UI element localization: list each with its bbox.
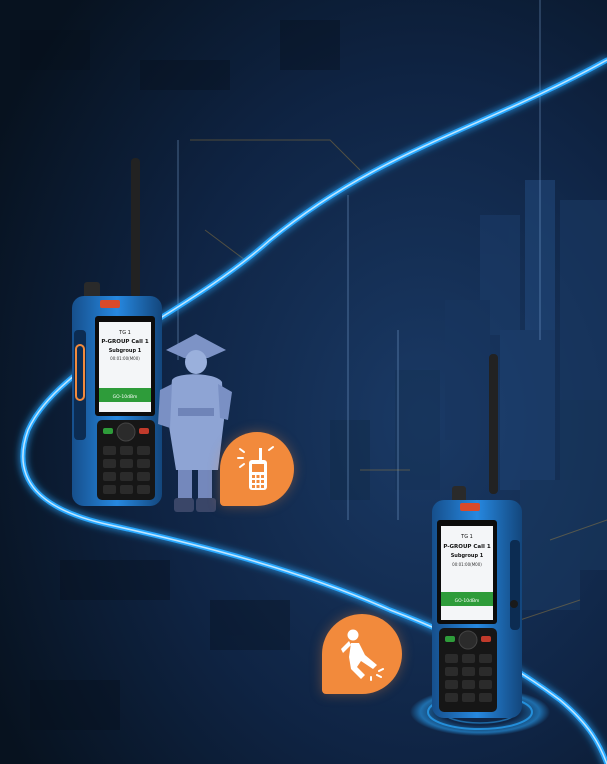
scene-illustration: TG 1 P-GROUP Call 1 Subgroup 1 00:01:00(… <box>0 0 607 764</box>
radio-right-screen-line: GO-10dBm <box>455 598 480 604</box>
radio-left-screen-line: GO-10dBm <box>113 394 138 400</box>
radio-alert-icon <box>237 446 274 490</box>
radio-right-screen-line: Subgroup 1 <box>451 553 484 559</box>
radio-left-screen-line: Subgroup 1 <box>109 348 142 354</box>
man-down-badge <box>322 614 402 694</box>
radio-right-screen-line: P-GROUP Call 1 <box>443 544 490 550</box>
radio-left-antenna <box>131 158 140 298</box>
man-down-fall-icon <box>341 629 384 681</box>
radio-right-screen-line: 00:01:00(M00) <box>452 562 482 567</box>
radio-left-screen-line: P-GROUP Call 1 <box>101 339 148 345</box>
radio-right-screen-line: TG 1 <box>460 534 473 540</box>
radio-alert-badge <box>220 432 294 506</box>
radio-left-screen-line: 00:01:00(M00) <box>110 356 140 361</box>
radio-right-antenna <box>489 354 498 494</box>
radio-left-screen-line: TG 1 <box>118 330 131 336</box>
